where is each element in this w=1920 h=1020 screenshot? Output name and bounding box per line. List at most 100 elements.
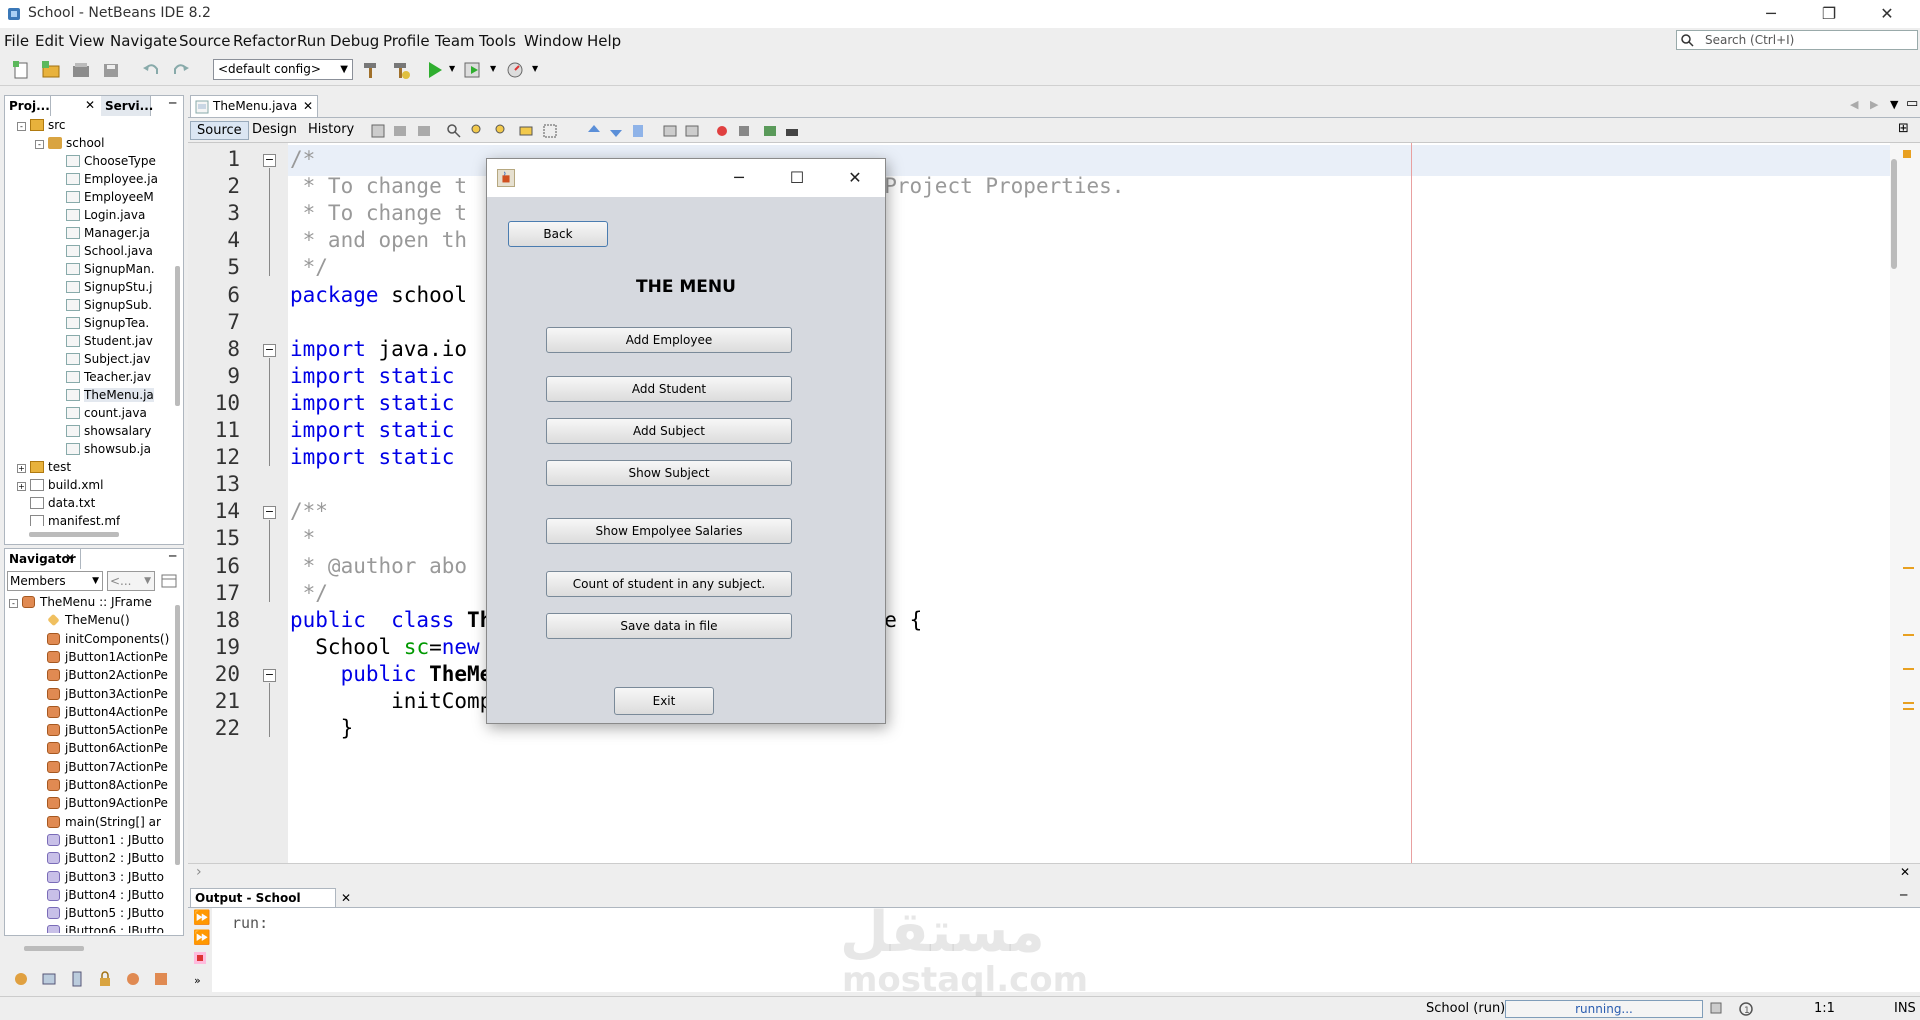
window-restore-button[interactable]: ❐ (1800, 0, 1858, 28)
tree-item[interactable]: Subject.jav (53, 350, 150, 368)
static-filter-icon[interactable] (68, 970, 86, 988)
close-projects-tab-icon[interactable]: ✕ (85, 98, 95, 112)
add-student-button[interactable]: Add Student (546, 376, 792, 402)
minimize-navigator-icon[interactable]: ─ (169, 549, 176, 563)
navigator-item[interactable]: jButton3 : JButto (47, 868, 164, 886)
scroll-tabs-left-icon[interactable]: ◀ (1850, 98, 1858, 111)
toggle-highlight-icon[interactable] (518, 123, 534, 139)
configuration-select[interactable]: <default config> ▼ (213, 59, 353, 80)
menu-help[interactable]: Help (587, 32, 621, 50)
inherited-members-icon[interactable] (12, 970, 30, 988)
toggle-rect-selection-icon[interactable] (542, 123, 558, 139)
menu-view[interactable]: View (69, 32, 105, 50)
error-stripe-mark[interactable] (1903, 668, 1914, 670)
menu-profile[interactable]: Profile (383, 32, 430, 50)
comment-icon[interactable] (762, 123, 778, 139)
window-close-button[interactable]: ✕ (1858, 0, 1916, 28)
menu-tools[interactable]: Tools (479, 32, 516, 50)
navigator-options-icon[interactable] (161, 573, 177, 589)
close-editor-tab-icon[interactable]: ✕ (303, 96, 313, 117)
dialog-maximize-button[interactable]: ☐ (769, 163, 825, 193)
navigator-item[interactable]: jButton3ActionPe (47, 685, 168, 703)
navigator-item[interactable]: initComponents() (47, 630, 169, 648)
tree-item[interactable]: - school (35, 134, 104, 152)
shift-left-icon[interactable] (662, 123, 678, 139)
run-dropdown-icon[interactable]: ▼ (449, 64, 455, 73)
navigator-item[interactable]: jButton1 : JButto (47, 831, 164, 849)
navigator-item[interactable]: jButton7ActionPe (47, 758, 168, 776)
menu-edit[interactable]: Edit (35, 32, 64, 50)
expand-icon[interactable]: + (17, 464, 26, 473)
tab-design[interactable]: Design (246, 121, 303, 138)
vertical-scrollbar[interactable] (175, 266, 180, 406)
previous-bookmark-icon[interactable] (586, 123, 602, 139)
find-previous-icon[interactable] (470, 123, 486, 139)
navigator-item[interactable]: jButton5ActionPe (47, 721, 168, 739)
navigator-item[interactable]: TheMenu() (47, 611, 130, 629)
open-project-icon[interactable] (70, 60, 92, 80)
tree-item[interactable]: SignupTea. (53, 314, 149, 332)
editor-tab-themenu[interactable]: TheMenu.java ✕ (190, 95, 318, 117)
next-bookmark-icon[interactable] (608, 123, 624, 139)
rerun-with-options-icon[interactable]: ⏩ (193, 930, 210, 946)
error-stripe-mark[interactable] (1903, 567, 1914, 569)
navigator-item[interactable]: jButton6 : JButto (47, 922, 164, 933)
fields-filter-icon[interactable] (40, 970, 58, 988)
navigator-item[interactable]: jButton4 : JButto (47, 886, 164, 904)
navigator-item[interactable]: jButton1ActionPe (47, 648, 168, 666)
navigator-hscrollbar[interactable] (24, 946, 84, 951)
menu-team[interactable]: Team (435, 32, 475, 50)
editor-horizontal-scrollbar[interactable]: › ✕ (188, 863, 1920, 883)
navigator-item[interactable]: jButton8ActionPe (47, 776, 168, 794)
tab-projects[interactable]: Proj... (5, 96, 51, 116)
tree-item[interactable]: - src (17, 116, 66, 134)
navigator-item[interactable]: - TheMenu :: JFrame (9, 593, 152, 611)
new-file-icon[interactable] (10, 60, 32, 80)
sort-by-source-icon[interactable] (152, 970, 170, 988)
menu-file[interactable]: File (4, 32, 29, 50)
menu-source[interactable]: Source (179, 32, 231, 50)
collapse-icon[interactable]: - (17, 122, 26, 131)
rerun-icon[interactable]: ⏩ (193, 910, 210, 926)
minimize-panel-icon[interactable]: ─ (169, 96, 176, 110)
redo-icon[interactable] (170, 60, 192, 80)
find-next-icon[interactable] (494, 123, 510, 139)
show-opened-documents-icon[interactable]: ▼ (1890, 98, 1898, 111)
tree-item[interactable]: Employee.ja (53, 170, 158, 188)
cancel-process-icon[interactable] (1710, 1002, 1722, 1014)
tree-item[interactable]: TheMenu.ja (53, 386, 154, 404)
tree-item[interactable]: Student.jav (53, 332, 153, 350)
navigator-item[interactable]: jButton6ActionPe (47, 739, 168, 757)
tree-item[interactable]: SignupSub. (53, 296, 152, 314)
close-icon[interactable]: ✕ (1900, 865, 1910, 879)
show-employee-salaries-button[interactable]: Show Empolyee Salaries (546, 518, 792, 544)
toggle-bookmark-icon[interactable] (630, 123, 646, 139)
tree-item[interactable]: count.java (53, 404, 147, 422)
back-button[interactable]: Back (508, 221, 608, 247)
navigator-item[interactable]: jButton5 : JButto (47, 904, 164, 922)
search-input[interactable]: Search (Ctrl+I) (1676, 30, 1918, 50)
menu-debug[interactable]: Debug (330, 32, 379, 50)
status-running-project[interactable]: School (run) (1426, 1001, 1505, 1016)
collapse-icon[interactable]: - (35, 140, 44, 149)
tree-item[interactable]: SignupMan. (53, 260, 155, 278)
undo-icon[interactable] (140, 60, 162, 80)
close-navigator-tab-icon[interactable]: ✕ (65, 551, 75, 565)
tree-item[interactable]: SignupStu.j (53, 278, 152, 296)
scope-filter-select[interactable]: <... ▼ (107, 571, 155, 591)
tree-item[interactable]: Login.java (53, 206, 145, 224)
sort-by-name-icon[interactable] (124, 970, 142, 988)
output-tab[interactable]: Output - School (run) ✕ (190, 888, 351, 924)
navigator-item[interactable]: main(String[] ar (47, 813, 161, 831)
tab-history[interactable]: History (302, 121, 360, 138)
menu-navigate[interactable]: Navigate (110, 32, 177, 50)
navigator-item[interactable]: jButton2 : JButto (47, 849, 164, 867)
navigator-scrollbar[interactable] (175, 605, 180, 865)
tree-item[interactable]: School.java (53, 242, 153, 260)
more-actions-icon[interactable]: » (194, 974, 201, 987)
last-edit-icon[interactable] (370, 123, 386, 139)
window-minimize-button[interactable]: ─ (1742, 0, 1800, 28)
tree-item[interactable]: data.txt (17, 494, 95, 512)
dialog-close-button[interactable]: ✕ (827, 163, 883, 193)
stop-macro-recording-icon[interactable] (736, 123, 752, 139)
